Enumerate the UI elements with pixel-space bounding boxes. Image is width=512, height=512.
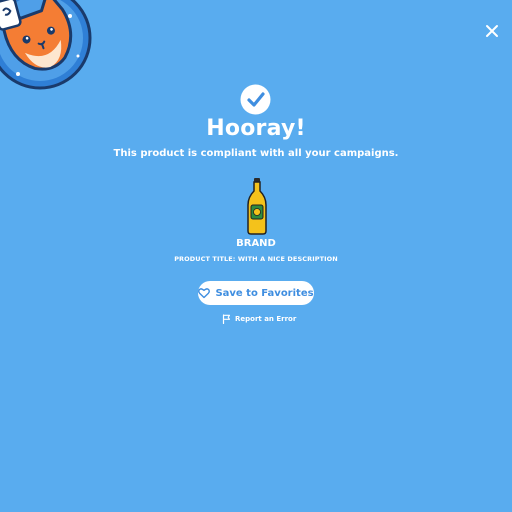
save-to-favorites-label: Save to Favorites	[215, 287, 314, 299]
heart-icon	[198, 288, 211, 299]
result-title: Hooray!	[206, 116, 306, 141]
result-subtitle: This product is compliant with all your …	[113, 148, 399, 159]
cat-mascot-icon	[0, 0, 98, 96]
product-title: PRODUCT TITLE: WITH A NICE DESCRIPTION	[174, 255, 338, 263]
bottle-icon	[246, 177, 268, 235]
save-to-favorites-button[interactable]: Save to Favorites	[198, 281, 314, 305]
checkmark-circle-icon	[240, 84, 271, 115]
close-icon	[486, 25, 498, 37]
flag-icon	[222, 314, 231, 324]
close-button[interactable]	[483, 22, 501, 40]
product-brand: BRAND	[236, 238, 276, 249]
report-error-label: Report an Error	[235, 315, 297, 323]
report-error-link[interactable]: Report an Error	[222, 313, 296, 325]
